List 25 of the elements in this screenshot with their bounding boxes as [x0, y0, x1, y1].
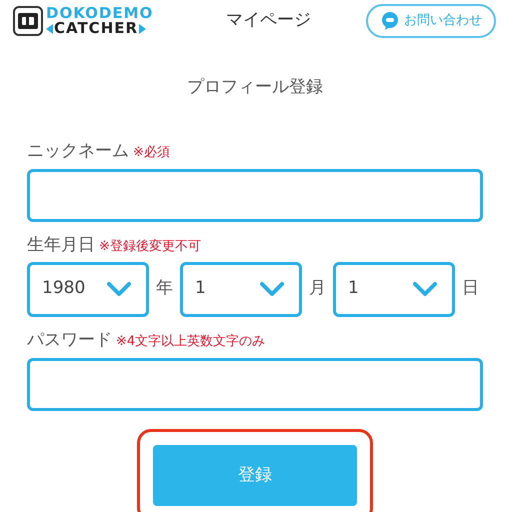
logo-text: DOKODEMO [46, 6, 154, 21]
header-title: マイページ [226, 9, 312, 32]
field-label: 生年月日 [27, 234, 95, 257]
unit-label: 月 [308, 277, 327, 300]
chat-bubble-icon [380, 11, 400, 31]
chevron-down-icon [412, 281, 438, 297]
select-field[interactable]: 1980 [27, 262, 149, 316]
right-triangle-icon [139, 24, 146, 34]
input-field[interactable] [27, 358, 483, 411]
input-field[interactable] [27, 169, 483, 222]
page-title: プロフィール登録 [186, 76, 324, 99]
chevron-down-icon [106, 281, 132, 297]
field-label: パスワード [27, 328, 112, 352]
field-note: ※4文字以上英数文字のみ [116, 332, 266, 350]
field-label: ニックネーム [27, 140, 129, 162]
select-field[interactable]: 1 [333, 262, 455, 316]
field-note: ※必須 [133, 144, 170, 162]
select-field[interactable]: 1 [180, 262, 302, 316]
logo-icon [13, 6, 43, 36]
unit-label: 年 [155, 277, 174, 300]
chevron-down-icon [259, 281, 285, 297]
left-triangle-icon [46, 24, 53, 34]
unit-label: 日 [461, 277, 480, 300]
logo-text: CATCHER [54, 21, 138, 36]
field-note: ※登録後変更不可 [99, 238, 201, 256]
